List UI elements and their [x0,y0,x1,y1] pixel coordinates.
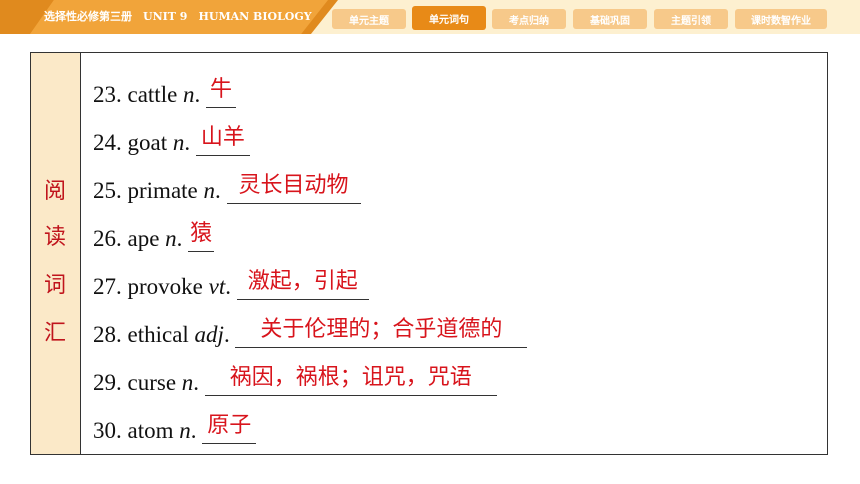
answer-text: 灵长目动物 [238,173,349,198]
answer-blank: 猿 [188,217,215,252]
tab-homework[interactable]: 课时数智作业 [735,9,827,29]
vocab-panel: 阅 读 词 汇 23. cattle n. 牛 24. goat n. 山羊 2… [30,52,828,455]
tab-key-points[interactable]: 考点归纳 [492,9,566,29]
item-word: primate [127,178,204,203]
item-pos: n [181,370,194,395]
answer-text: 激起，引起 [247,269,358,294]
answer-text: 牛 [210,77,233,102]
vocab-item: 24. goat n. 山羊 [93,121,250,161]
item-word: cattle [127,82,184,107]
answer-blank: 山羊 [195,121,250,156]
item-number: 28. [93,322,122,347]
answer-blank: 灵长目动物 [226,169,361,204]
item-number: 30. [93,418,122,443]
vocab-item: 23. cattle n. 牛 [93,73,237,113]
answer-text: 关于伦理的；合乎道德的 [260,317,503,342]
item-pos: adj [194,322,224,347]
vocab-item: 28. ethical adj. 关于伦理的；合乎道德的 [93,313,528,353]
item-pos: n [183,82,195,107]
item-pos: n [203,178,216,203]
item-number: 23. [93,82,122,107]
item-number: 27. [93,274,122,299]
answer-text: 原子 [207,413,252,438]
item-pos: n [172,130,185,155]
item-word: ethical [127,322,195,347]
item-pos: n [165,226,177,251]
tab-unit-theme[interactable]: 单元主题 [332,9,406,29]
answer-text: 祸因，祸根；诅咒，咒语 [229,365,472,390]
sidebar-char: 阅 [43,179,66,204]
sidebar-char: 读 [43,225,66,250]
item-word: curse [127,370,182,395]
answer-blank: 牛 [206,73,237,108]
answer-blank: 激起，引起 [236,265,369,300]
item-pos: n [179,418,191,443]
top-bar: 选择性必修第三册 UNIT 9 HUMAN BIOLOGY 单元主题 单元词句 … [0,0,860,34]
item-word: atom [127,418,180,443]
page-title: 选择性必修第三册 UNIT 9 HUMAN BIOLOGY [44,10,312,23]
item-pos: vt [208,274,226,299]
item-word: ape [127,226,166,251]
vocab-item: 25. primate n. 灵长目动物 [93,169,361,209]
sidebar-char: 词 [43,273,66,298]
answer-text: 山羊 [200,125,245,150]
tab-unit-words[interactable]: 单元词句 [412,6,486,30]
item-word: provoke [127,274,209,299]
item-number: 24. [93,130,122,155]
sidebar: 阅 读 词 汇 [31,53,81,454]
vocab-item: 27. provoke vt. 激起，引起 [93,265,369,305]
item-number: 26. [93,226,122,251]
item-number: 25. [93,178,122,203]
vocab-item: 29. curse n. 祸因，祸根；诅咒，咒语 [93,361,497,401]
vocab-item: 30. atom n. 原子 [93,409,257,449]
answer-text: 猿 [190,221,213,246]
item-word: goat [127,130,173,155]
tab-theme-guide[interactable]: 主题引领 [654,9,728,29]
answer-blank: 关于伦理的；合乎道德的 [235,313,528,348]
answer-blank: 祸因，祸根；诅咒，咒语 [204,361,497,396]
answer-blank: 原子 [202,409,257,444]
tab-basic-practice[interactable]: 基础巩固 [573,9,647,29]
vocab-item: 26. ape n. 猿 [93,217,215,257]
item-number: 29. [93,370,122,395]
sidebar-char: 汇 [43,321,66,346]
